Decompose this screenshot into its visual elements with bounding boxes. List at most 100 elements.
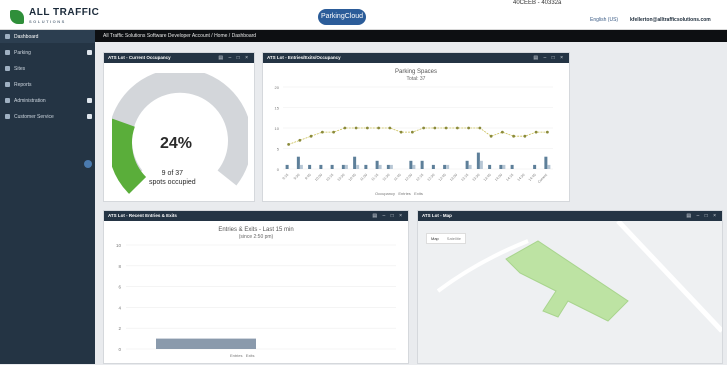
entries-bar [465,160,469,169]
road [616,221,722,333]
legend-exits[interactable]: Exits [246,353,255,358]
sites-icon [5,66,10,71]
y-tick-label: 2 [118,326,121,331]
expand-icon[interactable] [87,114,92,119]
occupancy-point [309,134,313,138]
y-tick-label: 0 [118,347,121,352]
occupancy-point [500,130,504,134]
occupancy-point [377,126,381,130]
expand-icon[interactable] [87,50,92,55]
sidebar-item-label: Reports [14,81,32,88]
occupancy-point [478,126,482,130]
panel-header: ATS Lot - Current Occupancy ▤ – □ × [104,53,254,63]
x-tick-label: 14:15 [505,173,514,182]
x-tick-label: 13:15 [460,173,469,182]
sidebar-item-label: Parking [14,49,31,56]
occupancy-point [332,130,336,134]
recent-entries-panel: ATS Lot - Recent Entries & Exits ▤ – □ ×… [103,210,409,364]
panel-title: ATS Lot - Entries/Exits/Occupancy [267,55,341,60]
legend-entries[interactable]: Entries [230,353,242,358]
language-selector[interactable]: English (US) [590,17,618,23]
logo[interactable]: ALL TRAFFIC SOLUTIONS [10,8,99,26]
exits-bar [344,164,348,169]
sidebar-item-reports[interactable]: Reports [0,78,95,91]
recent-entries-chart: Entries & Exits - Last 15 min (since 2:5… [116,227,396,352]
occupancy-panel: ATS Lot - Current Occupancy ▤ – □ × 24% … [103,52,255,202]
reports-icon [5,82,10,87]
map-roads [436,221,722,333]
x-tick-label: 12:00 [404,173,413,182]
panel-header: ATS Lot - Entries/Exits/Occupancy ▤ – □ … [263,53,569,63]
legend-entries[interactable]: Entries [398,191,410,196]
y-tick-label: 6 [118,285,121,290]
exits-bar [412,164,416,169]
sidebar-item-dashboard[interactable]: Dashboard [0,30,95,43]
y-tick-label: 15 [275,106,280,111]
panel-title: ATS Lot - Map [422,213,452,218]
occupancy-point [489,134,493,138]
legend-exits[interactable]: Exits [414,191,423,196]
panel-header: ATS Lot - Map ▤ – □ × [418,211,722,221]
entries-bar [476,152,480,169]
panel-tools[interactable]: ▤ – □ × [686,213,718,219]
panel-title: ATS Lot - Recent Entries & Exits [108,213,177,218]
x-tick-label: 14:45 [528,173,537,182]
y-tick-label: 0 [277,167,280,172]
occupancy-point [545,130,549,134]
entries-exits-chart: Parking Spaces Total: 37 05101520 9:15 9:… [275,69,553,184]
breadcrumb: All Traffic Solutions Software Developer… [103,33,257,39]
occupancy-point [287,143,291,146]
entries-bar [409,160,413,169]
y-tick-label: 10 [275,126,280,131]
x-tick-label: 12:15 [415,173,424,182]
logo-sub: SOLUTIONS [29,19,66,24]
x-tick-label: 9:15 [282,173,290,181]
y-tick-label: 10 [116,243,122,248]
entries-bar [353,156,357,169]
map-area[interactable]: Map Satellite [418,221,722,363]
entries-bar [319,164,323,169]
entries-bar [156,338,256,349]
occupancy-point [343,126,347,130]
chart-legend: Occupancy Entries Exits [375,191,423,196]
parking-lot-polygon[interactable] [505,240,629,322]
entries-bar [420,160,424,169]
panel-tools[interactable]: ▤ – □ × [372,213,404,219]
x-tick-label: 10:00 [314,173,323,182]
x-tick-label: 12:30 [427,173,436,182]
occupancy-point [512,134,516,138]
legend-occupancy[interactable]: Occupancy [375,191,395,196]
exits-bar [479,160,483,169]
expand-icon[interactable] [87,98,92,103]
sidebar-item-label: Administration [14,97,46,104]
occupancy-line [288,127,548,145]
spots-label: spots occupied [149,179,196,186]
exits-bar [378,164,382,169]
panel-tools[interactable]: ▤ – □ × [218,55,250,61]
y-tick-label: 8 [118,264,121,269]
occupancy-point [444,126,448,130]
breadcrumb-bar: All Traffic Solutions Software Developer… [95,30,727,42]
map-panel: ATS Lot - Map ▤ – □ × Map Satellite [417,210,723,364]
exits-bar [446,164,450,169]
customer-service-icon [5,114,10,119]
occupancy-point [455,126,459,130]
top-bar: ALL TRAFFIC SOLUTIONS ParkingCloud 40CEE… [0,0,727,30]
collapse-sidebar-icon[interactable] [84,160,92,168]
exits-bar [389,164,393,169]
sidebar-item-parking[interactable]: Parking [0,46,95,59]
chart-title: Entries & Exits - Last 15 min [218,227,293,233]
chart-legend: Entries Exits [230,353,254,358]
sidebar-item-customer-service[interactable]: Customer Service [0,110,95,123]
entries-bar [544,156,548,169]
sidebar-item-sites[interactable]: Sites [0,62,95,75]
logo-mark-icon [10,10,24,24]
x-tick-label: 9:45 [304,173,312,181]
occupancy-point [523,134,527,138]
chart-subtitle: (since 2:50 pm) [239,234,274,240]
entries-bar [533,164,537,169]
user-menu[interactable]: kfellerton@alltrafficsolutions.com [630,17,711,23]
x-tick-label: 13:00 [449,173,458,182]
sidebar-item-administration[interactable]: Administration [0,94,95,107]
panel-tools[interactable]: ▤ – □ × [533,55,565,61]
